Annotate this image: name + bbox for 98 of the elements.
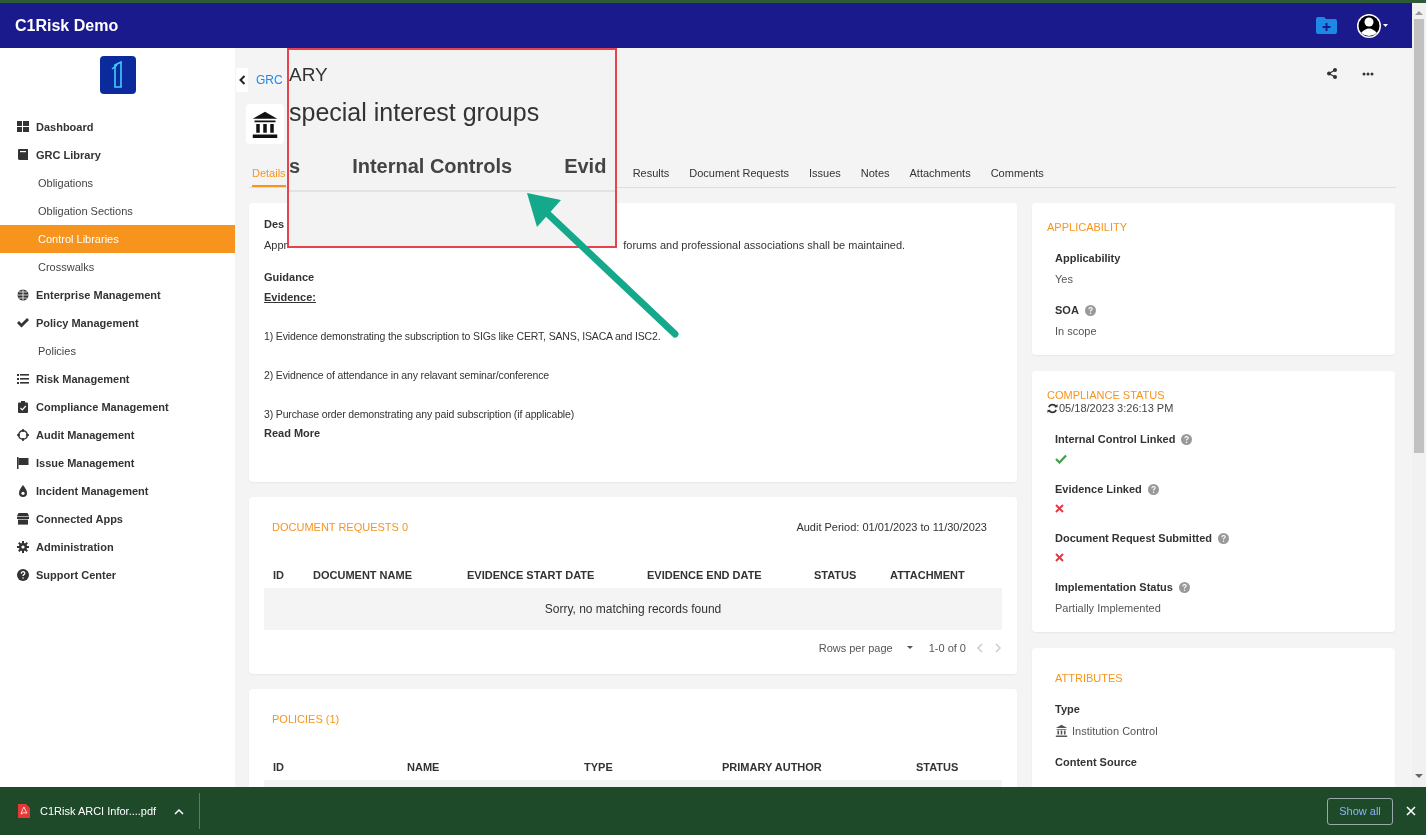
tab[interactable]: Issues [809,160,841,187]
tab-label: s [289,154,301,178]
tab[interactable]: Comments [990,160,1044,187]
field-label: Internal Control Linked [1055,433,1176,445]
app-title: C1Risk Demo [15,16,120,35]
last-updated: 05/18/2023 3:26:13 PM [1059,402,1174,414]
tab-label: Evid [564,154,607,178]
bank-icon [251,110,279,138]
tab[interactable]: Attachments [909,160,971,187]
section-title: POLICIES (1) [272,713,340,725]
download-file-name[interactable]: C1Risk ARCI Infor....pdf [40,805,157,817]
pdf-file-icon [18,804,30,818]
column-header: PRIMARY AUTHOR [721,761,823,773]
audit-period: Audit Period: 01/01/2023 to 11/30/2023 [796,521,987,533]
field-value: Institution Control [1072,724,1158,737]
tab[interactable]: Document Requests [689,160,789,187]
field-value: Yes [1055,273,1073,285]
refresh-icon[interactable] [1047,402,1058,414]
sidebar-item[interactable]: Connected Apps [0,505,235,533]
settings-icon [17,541,29,553]
description-text: Appr [264,239,288,251]
column-header: STATUS [915,761,960,773]
rows-per-page-label: Rows per page [818,642,893,654]
sidebar-item[interactable]: Risk Management [0,365,235,393]
column-header: ATTACHMENT [889,569,966,581]
column-header: EVIDENCE END DATE [646,569,763,581]
column-header: NAME [406,761,441,773]
folder-plus-icon[interactable] [1316,17,1337,34]
share-icon[interactable] [1327,68,1337,79]
list-icon [17,373,29,385]
clipboard-icon [17,401,29,413]
field-label: Applicability [1055,252,1121,264]
field-label: Implementation Status [1055,581,1173,593]
sidebar-item[interactable]: Issue Management [0,449,235,477]
read-more-link[interactable]: Read More [264,427,321,439]
column-header: ID [272,569,285,581]
help-icon [17,569,29,581]
close-icon[interactable] [1406,806,1416,816]
sidebar-subitem[interactable]: Policies [0,337,235,365]
sidebar-item[interactable]: Incident Management [0,477,235,505]
breadcrumb-text: ARY [289,64,329,86]
page-range: 1-0 of 0 [928,642,966,654]
field-value: Partially Implemented [1055,602,1161,614]
sidebar-item[interactable]: GRC Library [0,141,235,169]
store-icon [17,513,29,525]
scrollbar[interactable] [1412,3,1426,787]
field-label: SOA [1055,304,1079,316]
guidance-text: 3) Purchase order demonstrating any paid subscription (if applicable) [264,408,576,420]
guidance-text: 2) Evidnence of attendance in any relavant seminar/conference [264,369,551,381]
sidebar-item[interactable]: Administration [0,533,235,561]
globe-icon [17,289,29,301]
tab[interactable]: Results [632,160,670,187]
bank-icon [1055,724,1068,737]
column-header: STATUS [813,569,858,581]
page-title: special interest groups [289,98,541,127]
tab-label: Internal Controls [352,154,513,178]
logo-icon [99,56,136,94]
field-label: Des [264,218,285,230]
sidebar-item[interactable]: Enterprise Management [0,281,235,309]
sidebar-item[interactable]: Dashboard [0,113,235,141]
section-title: COMPLIANCE STATUS [1047,389,1166,401]
field-value: In scope [1055,325,1097,337]
field-label: Document Request Submitted [1055,532,1213,544]
sidebar-item[interactable]: Audit Management [0,421,235,449]
section-title: DOCUMENT REQUESTS 0 [272,521,409,533]
sidebar-subitem[interactable]: Crosswalks [0,253,235,281]
guidance-heading: Evidence: [264,291,317,303]
column-header: ID [272,761,285,773]
chevron-left-icon [238,75,246,85]
field-label: Content Source [1055,756,1137,768]
field-label: Evidence Linked [1055,483,1142,495]
sidebar-item[interactable]: Compliance Management [0,393,235,421]
collapse-button[interactable] [236,68,248,92]
sidebar-item[interactable]: Support Center [0,561,235,589]
sidebar-item[interactable]: Policy Management [0,309,235,337]
crosshair-icon [17,429,29,441]
avatar-icon[interactable] [1357,12,1389,39]
check-icon [17,317,29,329]
more-icon[interactable] [1362,71,1374,76]
section-title: ATTRIBUTES [1055,672,1124,684]
grid-icon [17,121,29,133]
drop-icon [17,485,29,497]
sidebar-subitem[interactable]: Obligations [0,169,235,197]
show-all-button[interactable]: Show all [1327,797,1393,825]
empty-message: Sorry, no matching records found [264,588,1002,630]
book-icon [17,149,29,161]
caret-up-icon[interactable] [174,807,185,815]
section-title: APPLICABILITY [1047,221,1129,233]
description-text: forums and professional associations shall be maintained. [623,239,906,251]
tab[interactable]: Notes [860,160,890,187]
guidance-text: 1) Evidence demonstrating the subscription to SIGs like CERT, SANS, ISACA and ISC2. [264,330,662,342]
sidebar-subitem[interactable]: Obligation Sections [0,197,235,225]
field-label: Guidance [264,271,316,283]
column-header: DOCUMENT NAME [312,569,413,581]
field-label: Type [1055,703,1080,715]
column-header: TYPE [583,761,614,773]
flag-icon [17,457,29,469]
column-header: EVIDENCE START DATE [466,569,596,581]
